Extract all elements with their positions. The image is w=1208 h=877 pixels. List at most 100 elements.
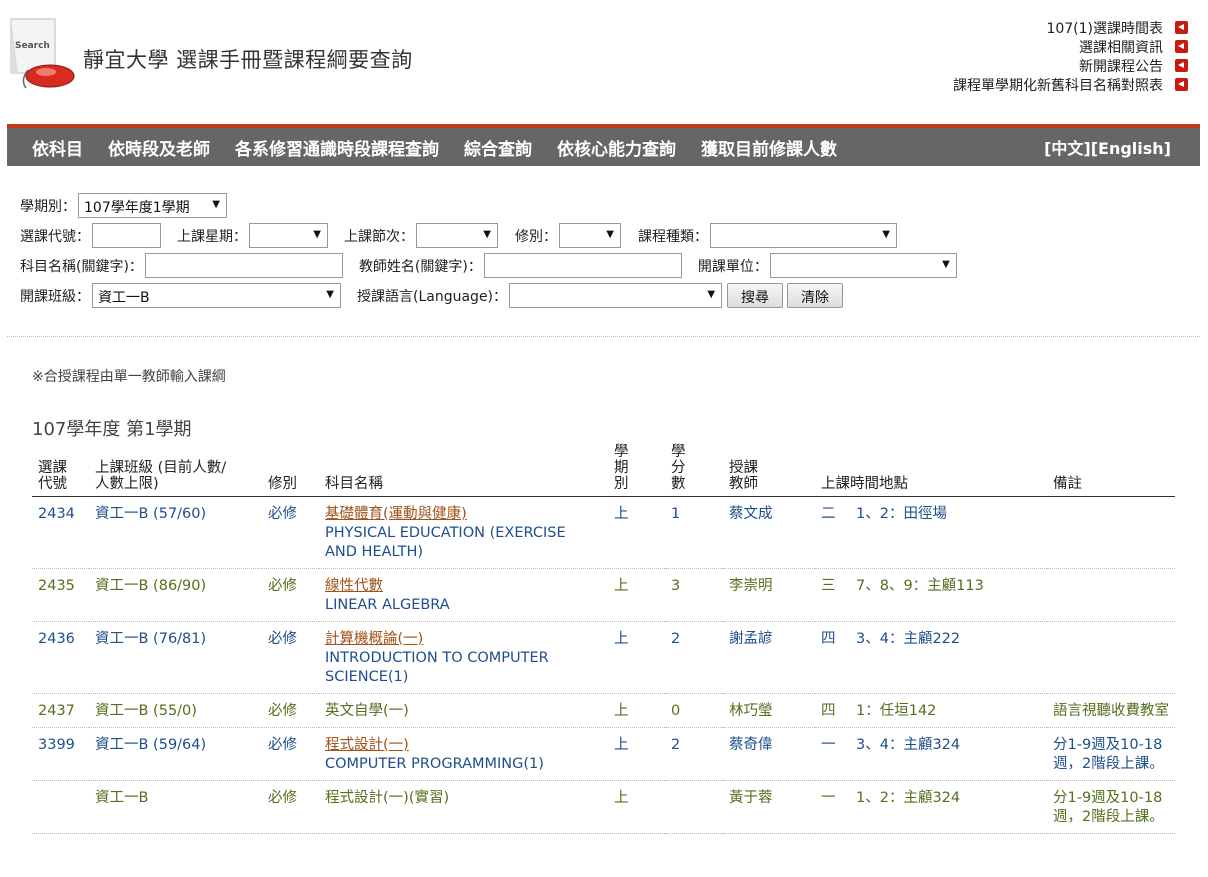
link-label[interactable]: 107(1)選課時間表: [1046, 18, 1163, 38]
course-remark: 分1-9週及10-18週，2階段上課。: [1047, 780, 1175, 834]
clear-button[interactable]: 清除: [787, 283, 844, 308]
code-input[interactable]: [92, 223, 161, 248]
link-label[interactable]: 課程單學期化新舊科目名稱對照表: [953, 75, 1163, 95]
semester-select[interactable]: 107學年度1學期: [78, 193, 227, 218]
table-row: 3399 資工一B (59/64) 必修 程式設計(一) COMPUTER PROGRA…: [32, 727, 1175, 781]
nav-enrollment-count[interactable]: 獲取目前修課人數: [701, 135, 837, 160]
link-info[interactable]: 選課相關資訊: [953, 37, 1188, 56]
course-code: 2434: [32, 496, 89, 569]
semester-label: 學期別：: [20, 198, 76, 215]
col-credit: 學 分 數: [665, 444, 723, 497]
course-teacher: 黃于蓉: [723, 780, 815, 834]
course-name-cell: 線性代數 LINEAR ALGEBRA: [319, 568, 608, 622]
course-weekday: 二: [821, 506, 836, 522]
arrow-left-icon: [1175, 40, 1188, 53]
language-label: 授課語言(Language)：: [357, 288, 508, 305]
nav-combined-search[interactable]: 綜合查詢: [464, 135, 532, 160]
type-select[interactable]: [710, 223, 897, 248]
course-teacher: 林巧瑩: [723, 693, 815, 728]
teacher-label: 教師姓名(關鍵字)：: [358, 258, 482, 275]
code-label: 選課代號：: [20, 228, 90, 245]
course-remark: 分1-9週及10-18週，2階段上課。: [1047, 727, 1175, 781]
course-term: 上: [608, 693, 665, 728]
arrow-left-icon: [1175, 21, 1188, 34]
course-code: [32, 780, 89, 834]
logo-text: Search: [15, 41, 50, 51]
course-teacher: 李崇明: [723, 568, 815, 622]
period-select[interactable]: [416, 223, 498, 248]
table-header-row: 選課 代號 上課班級 (目前人數/ 人數上限) 修別 科目名稱 學 期 別 學 …: [32, 444, 1175, 497]
subject-label: 科目名稱(關鍵字)：: [20, 258, 143, 275]
language-switch[interactable]: [中文][English]: [1044, 135, 1171, 159]
course-name-link[interactable]: 計算機概論(一): [325, 631, 423, 647]
course-name: 程式設計(一)(實習): [325, 790, 450, 806]
course-name-cell: 基礎體育(運動與健康) PHYSICAL EDUCATION (EXERCISE …: [319, 496, 608, 569]
course-credit: [665, 780, 723, 834]
col-required: 修別: [262, 444, 319, 497]
course-class: 資工一B (55/0): [89, 693, 262, 728]
period-label: 上課節次：: [344, 228, 414, 245]
class-value: 資工一B: [98, 290, 150, 306]
course-required: 必修: [262, 693, 319, 728]
course-weekday: 四: [821, 703, 836, 719]
term-heading: 107學年度 第1學期: [32, 419, 192, 440]
class-select[interactable]: 資工一B: [92, 283, 341, 308]
form-row-semester: 學期別： 107學年度1學期: [20, 193, 227, 218]
course-required: 必修: [262, 496, 319, 569]
teacher-input[interactable]: [483, 253, 682, 278]
course-english-name: PHYSICAL EDUCATION (EXERCISE AND HEALTH): [325, 525, 566, 560]
nav-by-competency[interactable]: 依核心能力查詢: [557, 135, 676, 160]
course-name-cell: 程式設計(一) COMPUTER PROGRAMMING(1): [319, 727, 608, 781]
course-time-place: 3、4：主顧222: [856, 631, 961, 647]
table-row: 2434 資工一B (57/60) 必修 基礎體育(運動與健康) PHYSICAL ED…: [32, 496, 1175, 569]
search-logo-icon: Search: [10, 18, 76, 90]
course-weekday: 四: [821, 631, 836, 647]
course-english-name: COMPUTER PROGRAMMING(1): [325, 756, 544, 772]
form-row-4: 開課班級： 資工一B 授課語言(Language)： 搜尋 清除: [20, 283, 844, 308]
course-class: 資工一B (57/60): [89, 496, 262, 569]
col-term: 學 期 別: [608, 444, 665, 497]
course-english-name: LINEAR ALGEBRA: [325, 597, 450, 613]
site-title: 靜宜大學 選課手冊暨課程綱要查詢: [83, 48, 413, 72]
course-table: 選課 代號 上課班級 (目前人數/ 人數上限) 修別 科目名稱 學 期 別 學 …: [32, 444, 1175, 834]
link-new-courses[interactable]: 新開課程公告: [953, 56, 1188, 75]
nav-by-time-teacher[interactable]: 依時段及老師: [108, 135, 210, 160]
course-remark: [1047, 568, 1175, 622]
course-required: 必修: [262, 621, 319, 694]
link-schedule[interactable]: 107(1)選課時間表: [953, 18, 1188, 37]
main-nav: 依科目 依時段及老師 各系修習通識時段課程查詢 綜合查詢 依核心能力查詢 獲取目…: [7, 124, 1200, 166]
course-name-link[interactable]: 程式設計(一): [325, 737, 409, 753]
required-select[interactable]: [559, 223, 621, 248]
course-remark: [1047, 621, 1175, 694]
search-button[interactable]: 搜尋: [727, 283, 784, 308]
link-label[interactable]: 選課相關資訊: [1079, 37, 1163, 57]
course-name-link[interactable]: 基礎體育(運動與健康): [325, 506, 467, 522]
language-select[interactable]: [509, 283, 723, 308]
table-row: 2437 資工一B (55/0) 必修 英文自學(一) 上 0 林巧瑩四 1：任垣142 語言視…: [32, 693, 1175, 728]
course-class: 資工一B (59/64): [89, 727, 262, 781]
weekday-select[interactable]: [249, 223, 328, 248]
course-term: 上: [608, 780, 665, 834]
col-teacher: 授課 教師: [723, 444, 815, 497]
link-name-mapping[interactable]: 課程單學期化新舊科目名稱對照表: [953, 75, 1188, 94]
course-credit: 2: [665, 621, 723, 694]
course-english-name: INTRODUCTION TO COMPUTER SCIENCE(1): [325, 650, 549, 685]
table-row: 資工一B 必修 程式設計(一)(實習) 上 黃于蓉一 1、2：主顧324 分1-9週及10-…: [32, 780, 1175, 834]
course-name-link[interactable]: 線性代數: [325, 578, 383, 594]
table-row: 2435 資工一B (86/90) 必修 線性代數 LINEAR ALGEBRA 上 3 李崇…: [32, 568, 1175, 622]
nav-general-education[interactable]: 各系修習通識時段課程查詢: [235, 135, 439, 160]
course-term: 上: [608, 621, 665, 694]
link-label[interactable]: 新開課程公告: [1079, 56, 1163, 76]
unit-select[interactable]: [769, 253, 957, 278]
subject-input[interactable]: [144, 253, 343, 278]
arrow-left-icon: [1175, 78, 1188, 91]
course-term: 上: [608, 496, 665, 569]
course-credit: 2: [665, 727, 723, 781]
course-time-place: 1：任垣142: [856, 703, 937, 719]
type-label: 課程種類：: [638, 228, 708, 245]
course-name: 英文自學(一): [325, 703, 409, 719]
nav-by-subject[interactable]: 依科目: [32, 135, 83, 160]
course-name-cell: 英文自學(一): [319, 693, 608, 728]
course-time-cell: 一 1、2：主顧324: [815, 780, 1047, 834]
co-teaching-note: ※合授課程由單一教師輸入課綱: [32, 369, 226, 385]
